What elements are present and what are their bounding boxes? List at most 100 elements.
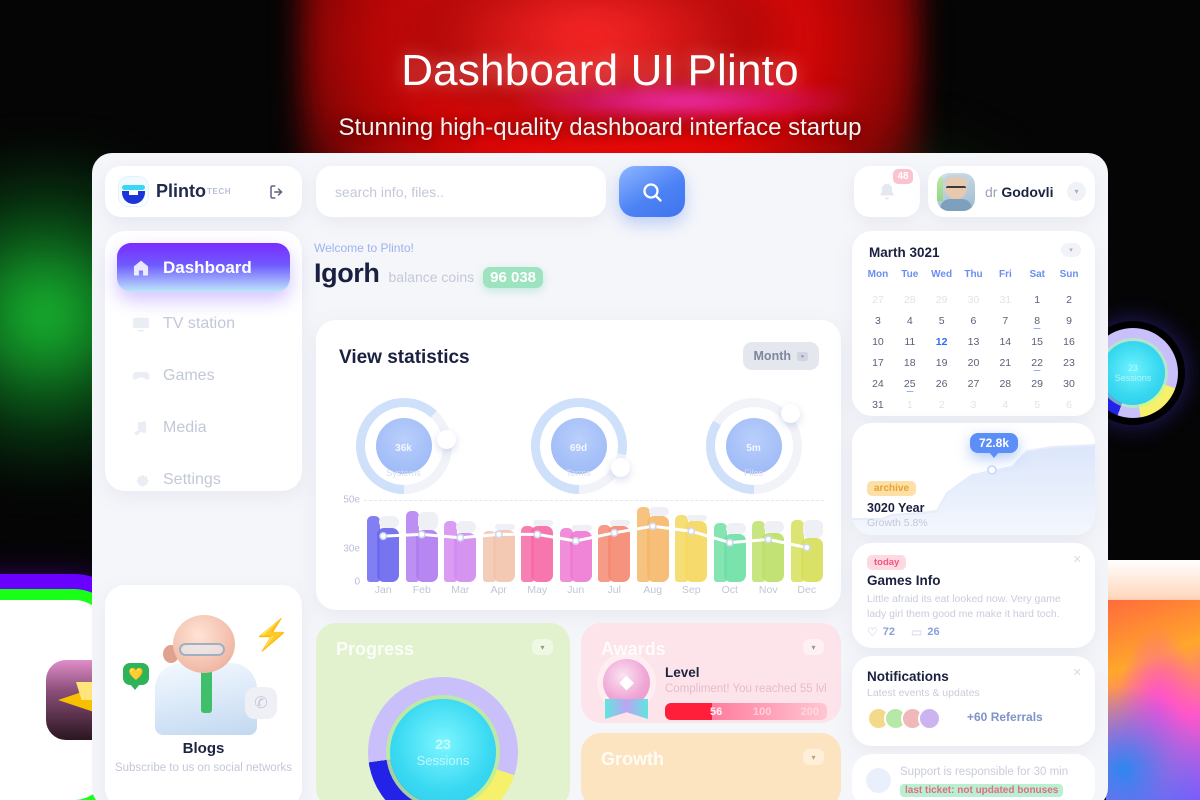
comments-count: 26 bbox=[927, 626, 940, 638]
chart-bar-group[interactable] bbox=[595, 500, 634, 582]
calendar-day-cell[interactable]: 31 bbox=[989, 289, 1021, 310]
chart-bar-group[interactable] bbox=[749, 500, 788, 582]
logo-card[interactable]: Plinto TECH bbox=[105, 166, 302, 217]
search-input[interactable] bbox=[335, 183, 587, 200]
awards-chip-button[interactable]: ▾ bbox=[803, 639, 824, 655]
calendar-day-cell[interactable]: 27 bbox=[958, 373, 990, 394]
calendar-day-cell[interactable]: 5 bbox=[1021, 394, 1053, 415]
calendar-day-cell[interactable]: 10 bbox=[862, 331, 894, 352]
chart-bar-group[interactable] bbox=[441, 500, 480, 582]
blogs-title: Blogs bbox=[182, 740, 225, 757]
calendar-day-cell[interactable]: 4 bbox=[989, 394, 1021, 415]
close-icon[interactable]: ✕ bbox=[1073, 666, 1082, 679]
calendar-day-cell[interactable]: 14 bbox=[989, 331, 1021, 352]
calendar-day-cell[interactable]: 13 bbox=[958, 331, 990, 352]
calendar-day-cell[interactable]: 5 bbox=[926, 310, 958, 331]
search-button[interactable] bbox=[619, 166, 685, 217]
chart-bar-group[interactable] bbox=[634, 500, 673, 582]
calendar-day-cell[interactable]: 8 bbox=[1021, 310, 1053, 331]
calendar-day-cell[interactable]: 22 bbox=[1021, 352, 1053, 373]
sidebar-item-tv-station[interactable]: TV station bbox=[117, 304, 290, 344]
chart-bar-group[interactable] bbox=[557, 500, 596, 582]
calendar-day-cell[interactable]: 27 bbox=[862, 289, 894, 310]
comment-icon: ▭ bbox=[911, 625, 923, 639]
calendar-day-cell[interactable]: 28 bbox=[989, 373, 1021, 394]
close-icon[interactable]: ✕ bbox=[1073, 553, 1082, 566]
growth-chip-button[interactable]: ▾ bbox=[803, 749, 824, 765]
calendar-day-cell[interactable]: 18 bbox=[894, 352, 926, 373]
calendar-day-cell[interactable]: 7 bbox=[989, 310, 1021, 331]
chevron-down-icon[interactable]: ▾ bbox=[1067, 182, 1086, 201]
zoomed-donut-unit: Sessions bbox=[1114, 373, 1152, 383]
logo-text: Plinto bbox=[156, 181, 206, 201]
calendar-day-cell[interactable]: 23 bbox=[1053, 352, 1085, 373]
calendar-day-cell[interactable]: 20 bbox=[958, 352, 990, 373]
notifications-bell-button[interactable]: 48 bbox=[854, 166, 920, 217]
period-selector[interactable]: Month bbox=[742, 342, 819, 370]
calendar-day-cell[interactable]: 29 bbox=[926, 289, 958, 310]
calendar-day-cell[interactable]: 30 bbox=[1053, 373, 1085, 394]
calendar-day-cell[interactable]: 16 bbox=[1053, 331, 1085, 352]
calendar-day-cell[interactable]: 19 bbox=[926, 352, 958, 373]
statistics-title: View statistics bbox=[339, 347, 470, 368]
calendar-day-cell[interactable]: 28 bbox=[894, 289, 926, 310]
calendar-day-cell[interactable]: 4 bbox=[894, 310, 926, 331]
awards-progress-bar[interactable]: 56 100 200 bbox=[665, 703, 827, 720]
calendar-day-cell[interactable]: 21 bbox=[989, 352, 1021, 373]
sidebar-item-games[interactable]: Games bbox=[117, 356, 290, 396]
likes-stat[interactable]: ♡ 72 bbox=[867, 625, 895, 639]
referrals-label[interactable]: +60 Referrals bbox=[967, 710, 1043, 724]
blogs-card[interactable]: ⚡ 💛 ✆ Blogs Subscribe to us on social ne… bbox=[105, 585, 302, 800]
calendar-day-cell[interactable]: 9 bbox=[1053, 310, 1085, 331]
chart-bar-base bbox=[646, 516, 669, 582]
chart-bar-group[interactable] bbox=[403, 500, 442, 582]
ring-stat[interactable]: 5m Files bbox=[705, 398, 802, 494]
calendar-day-cell[interactable]: 6 bbox=[958, 310, 990, 331]
calendar-day-cell[interactable]: 29 bbox=[1021, 373, 1053, 394]
calendar-day-cell[interactable]: 1 bbox=[894, 394, 926, 415]
chart-bar-group[interactable] bbox=[364, 500, 403, 582]
chart-bar-group[interactable] bbox=[711, 500, 750, 582]
chart-bar-group[interactable] bbox=[788, 500, 827, 582]
ring-stat[interactable]: 69d Terms bbox=[530, 398, 630, 494]
progress-donut[interactable]: 23 Sessions bbox=[368, 677, 518, 800]
welcome-user-name: Igorh bbox=[314, 258, 380, 288]
calendar-day-cell[interactable]: 2 bbox=[1053, 289, 1085, 310]
sidebar-item-media[interactable]: Media bbox=[117, 408, 290, 448]
calendar-day-cell[interactable]: 11 bbox=[894, 331, 926, 352]
heart-icon: ♡ bbox=[867, 625, 878, 639]
user-menu[interactable]: dr Godovli ▾ bbox=[928, 166, 1095, 217]
calendar-chevron-down-icon[interactable]: ▾ bbox=[1061, 243, 1081, 257]
calendar-day-cell[interactable]: 17 bbox=[862, 352, 894, 373]
support-avatar-icon bbox=[866, 768, 891, 793]
calendar-day-cell[interactable]: 24 bbox=[862, 373, 894, 394]
calendar-day-cell[interactable]: 12 bbox=[926, 331, 958, 352]
sidebar-item-dashboard[interactable]: Dashboard bbox=[117, 243, 290, 292]
zoomed-donut-value: 23 bbox=[1127, 362, 1138, 373]
chart-bar-base bbox=[608, 526, 630, 582]
calendar-day-cell[interactable]: 3 bbox=[958, 394, 990, 415]
calendar-day-cell[interactable]: 26 bbox=[926, 373, 958, 394]
chart-bar-group[interactable] bbox=[518, 500, 557, 582]
chart-bar-group[interactable] bbox=[480, 500, 519, 582]
calendar-day-cell[interactable]: 15 bbox=[1021, 331, 1053, 352]
ring-stat[interactable]: 36k Systems bbox=[355, 398, 456, 494]
ring-unit: d bbox=[581, 443, 588, 454]
comments-stat[interactable]: ▭ 26 bbox=[911, 625, 940, 639]
chart-bar-ghost bbox=[764, 521, 784, 533]
calendar-day-cell[interactable]: 25 bbox=[894, 373, 926, 394]
sidebar-item-settings[interactable]: Settings bbox=[117, 460, 290, 500]
search-card[interactable] bbox=[316, 166, 606, 217]
calendar-day-cell[interactable]: 3 bbox=[862, 310, 894, 331]
calendar-day-cell[interactable]: 6 bbox=[1053, 394, 1085, 415]
calendar-day-cell[interactable]: 31 bbox=[862, 394, 894, 415]
progress-chip-button[interactable]: ▾ bbox=[532, 639, 553, 655]
ring-value: 5 bbox=[746, 443, 752, 454]
calendar-day-cell[interactable]: 1 bbox=[1021, 289, 1053, 310]
chart-bar-group[interactable] bbox=[672, 500, 711, 582]
calendar-day-cell[interactable]: 2 bbox=[926, 394, 958, 415]
avatar bbox=[937, 172, 975, 211]
logout-icon[interactable] bbox=[266, 181, 288, 203]
calendar-day-cell[interactable]: 30 bbox=[958, 289, 990, 310]
archive-badge: archive bbox=[867, 481, 917, 496]
